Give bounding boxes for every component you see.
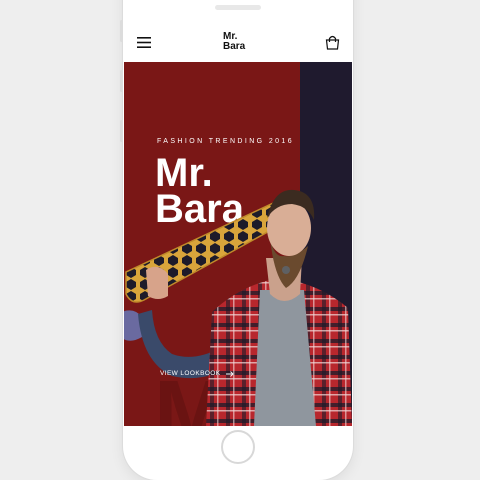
hero-banner: MR FASHION TRENDING 2016 Mr. Bara — [124, 62, 352, 426]
phone-volume-down — [120, 120, 123, 142]
app-logo[interactable]: Mr. Bara — [223, 32, 253, 52]
phone-screen: Mr. Bara MR FASHION TRENDING 2016 Mr. Ba… — [124, 22, 352, 426]
phone-home-button[interactable] — [221, 430, 255, 464]
model-illustration — [124, 189, 352, 426]
phone-speaker — [215, 5, 261, 10]
menu-button[interactable] — [133, 31, 155, 53]
logo-line-2: Bara — [223, 41, 246, 52]
neck-tattoo — [282, 266, 290, 274]
phone-volume-up — [120, 70, 123, 92]
raised-hand — [146, 266, 168, 299]
view-lookbook-link[interactable]: VIEW LOOKBOOK — [160, 370, 235, 377]
hamburger-menu-icon — [137, 36, 151, 48]
cart-button[interactable] — [321, 31, 343, 53]
shopping-bag-icon — [325, 35, 339, 50]
phone-side-button — [120, 20, 123, 42]
arrow-right-icon — [226, 370, 235, 377]
app-header: Mr. Bara — [124, 22, 352, 63]
view-lookbook-label: VIEW LOOKBOOK — [160, 370, 221, 377]
